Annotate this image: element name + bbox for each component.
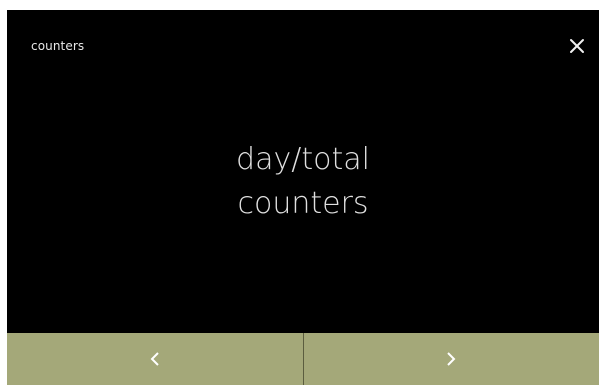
footer-nav — [7, 333, 599, 385]
main-label: day/total counters — [7, 138, 599, 226]
previous-button[interactable] — [7, 333, 303, 385]
next-button[interactable] — [303, 333, 599, 385]
screen: counters day/total counters — [7, 10, 599, 385]
main-label-line2: counters — [237, 186, 369, 221]
close-icon — [570, 39, 584, 53]
header: counters — [7, 10, 599, 80]
chevron-right-icon — [447, 352, 456, 366]
main-label-line1: day/total — [236, 142, 370, 177]
chevron-left-icon — [150, 352, 159, 366]
page-title: counters — [31, 39, 85, 53]
close-button[interactable] — [563, 32, 591, 60]
